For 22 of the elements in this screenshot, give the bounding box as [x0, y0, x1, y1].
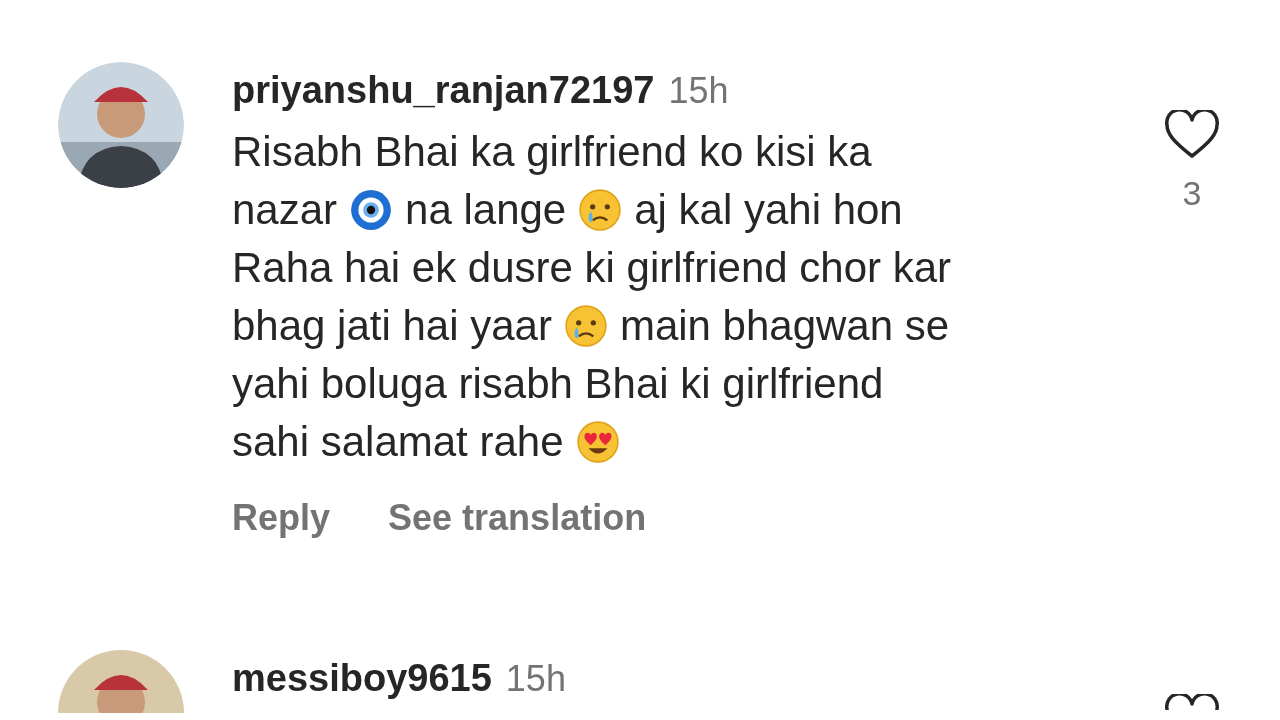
heart-icon[interactable] [1164, 110, 1220, 160]
heart-icon[interactable] [1164, 694, 1220, 710]
heart-eyes-icon [575, 420, 620, 464]
comment-text: main bhagwan se [619, 301, 950, 351]
comment-text: yahi boluga risabh Bhai ki girlfriend [232, 359, 884, 409]
comment-text: aj kal yahi hon [634, 185, 903, 235]
crying-face-icon [563, 304, 608, 348]
translation-link[interactable]: See translation [388, 491, 647, 545]
timestamp: 15h [668, 69, 729, 113]
comment-text: na lange [405, 185, 567, 235]
comment-text: Raha hai ek dusre ki girlfriend chor kar [232, 243, 951, 293]
comment-text: sahi salamat rahe [232, 417, 564, 467]
nazar-amulet-icon [349, 188, 394, 232]
like-count: 3 [1182, 173, 1202, 214]
crying-face-icon [578, 188, 623, 232]
comment-text: bhag jati hai yaar [232, 301, 552, 351]
comment-text: Risabh Bhai ka girlfriend ko kisi ka [232, 127, 872, 177]
timestamp: 15h [505, 657, 566, 701]
username[interactable]: priyanshu_ranjan72197 [232, 62, 655, 119]
comment-text: nazar [232, 185, 338, 235]
username[interactable]: messiboy9615 [232, 650, 492, 707]
reply-link[interactable]: Reply [232, 491, 331, 545]
